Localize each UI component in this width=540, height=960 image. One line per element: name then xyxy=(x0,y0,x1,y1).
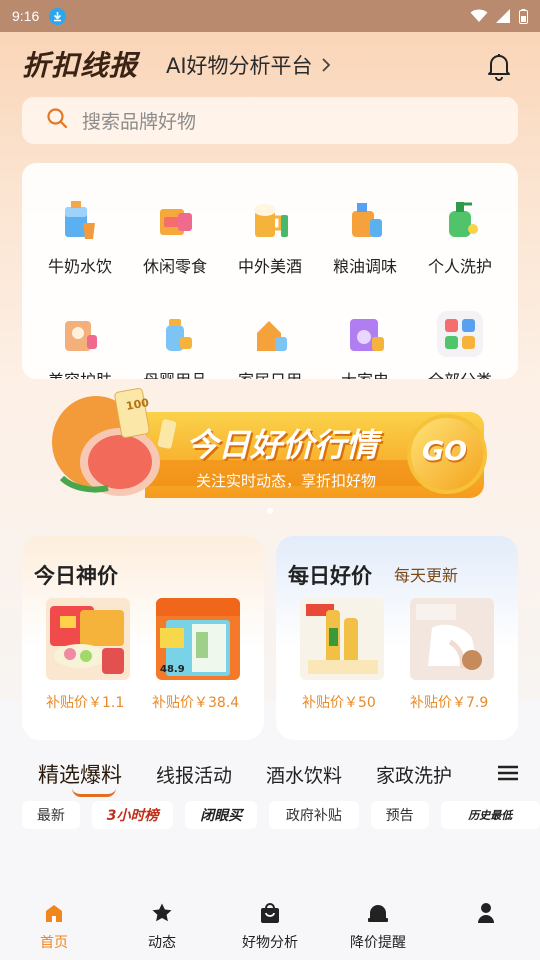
category-beer-wine[interactable]: 中外美酒 xyxy=(230,197,310,277)
star-icon xyxy=(151,902,173,924)
battery-icon xyxy=(519,8,528,24)
category-grid: 牛奶水饮 休闲零食 中外美酒 粮油调味 个人洗护 美容护肤 母婴用品 xyxy=(22,163,518,379)
category-all[interactable]: 全部分类 xyxy=(420,311,500,379)
category-skincare[interactable]: 美容护肤 xyxy=(40,311,120,379)
banner-title: 今日好价行情 xyxy=(186,426,379,464)
nav-label: 好物分析 xyxy=(242,935,298,951)
milk-drink-icon xyxy=(57,197,103,243)
all-categories-icon xyxy=(437,311,483,357)
category-milk-drink[interactable]: 牛奶水饮 xyxy=(40,197,120,277)
category-label: 休闲零食 xyxy=(142,257,207,276)
baby-bottle-icon xyxy=(152,311,198,357)
chip-gov-subsidy[interactable]: 政府补贴 xyxy=(269,801,359,829)
menu-icon[interactable] xyxy=(498,765,518,781)
category-label: 家居日用 xyxy=(230,367,310,379)
shopping-bag-icon xyxy=(259,902,281,924)
category-oil-seasoning[interactable]: 粮油调味 xyxy=(325,197,405,277)
appliance-icon xyxy=(342,311,388,357)
chip-blind-buy[interactable]: 闭眼买 xyxy=(185,801,258,829)
personal-care-icon xyxy=(437,197,483,243)
category-personal-care[interactable]: 个人洗护 xyxy=(420,197,500,277)
feed-tabs: 精选爆料 线报活动 酒水饮料 家政洗护 xyxy=(0,752,540,797)
download-icon xyxy=(49,7,67,25)
nav-home[interactable]: 首页 xyxy=(0,888,108,960)
go-button[interactable]: GO xyxy=(422,436,467,467)
tab-drinks[interactable]: 酒水饮料 xyxy=(266,761,342,788)
platform-link[interactable]: AI好物分析平台 xyxy=(166,50,331,80)
skincare-icon xyxy=(57,311,103,357)
product-image[interactable] xyxy=(410,598,494,680)
search-icon xyxy=(46,107,68,134)
deal-price: 补贴价￥1.1 xyxy=(46,695,125,711)
carousel-indicator xyxy=(267,508,273,514)
signal-icon xyxy=(496,9,510,23)
nav-price-alert[interactable]: 降价提醒 xyxy=(324,888,432,960)
nav-analysis[interactable]: 好物分析 xyxy=(216,888,324,960)
chevron-right-icon xyxy=(321,53,331,77)
category-label: 粮油调味 xyxy=(332,257,397,276)
deal-price: 补贴价￥38.4 xyxy=(152,695,240,711)
category-baby[interactable]: 母婴用品 xyxy=(135,311,215,379)
status-time: 9:16 xyxy=(12,8,40,24)
nav-profile[interactable] xyxy=(432,888,540,960)
household-icon xyxy=(247,311,293,357)
nav-label: 动态 xyxy=(148,935,176,951)
chip-3h-ranking[interactable]: 3小时榜 xyxy=(91,801,174,829)
tab-household-care[interactable]: 家政洗护 xyxy=(376,761,452,788)
category-household[interactable]: 家居日用 xyxy=(230,311,310,379)
product-image[interactable] xyxy=(46,598,130,680)
snack-icon xyxy=(152,197,198,243)
chip-latest[interactable]: 最新 xyxy=(22,801,80,829)
status-bar: 9:16 xyxy=(0,0,540,32)
alarm-icon xyxy=(367,902,389,924)
category-label: 母婴用品 xyxy=(135,367,215,379)
deal-card-daily-best[interactable]: 今日神价 48.9 补贴价￥1.1 补贴价￥38.4 xyxy=(22,536,264,740)
category-label: 美容护肤 xyxy=(40,367,120,379)
oil-seasoning-icon xyxy=(342,197,388,243)
promo-banner[interactable]: 100 今日好价行情 关注实时动态，享折扣好物 GO xyxy=(50,384,490,512)
deal-title: 每日好价 xyxy=(288,564,372,588)
category-snack[interactable]: 休闲零食 xyxy=(135,197,215,277)
profile-icon xyxy=(475,902,497,924)
filter-chips: 最新 3小时榜 闭眼买 政府补贴 预告 历史最低 xyxy=(22,801,540,829)
home-icon xyxy=(43,902,65,924)
category-label: 个人洗护 xyxy=(427,257,492,276)
product-price-tag: 48.9 xyxy=(160,664,185,675)
deal-card-everyday[interactable]: 每日好价 每天更新 补贴价￥50 补贴价￥7.9 xyxy=(276,536,518,740)
product-image[interactable] xyxy=(300,598,384,680)
search-bar[interactable]: 搜索品牌好物 xyxy=(22,97,518,144)
category-appliance[interactable]: 大家电 xyxy=(325,311,405,379)
bell-icon[interactable] xyxy=(485,51,513,81)
deal-price: 补贴价￥7.9 xyxy=(410,695,489,711)
deal-subtitle: 每天更新 xyxy=(394,566,459,585)
category-label: 牛奶水饮 xyxy=(47,257,112,276)
category-label: 大家电 xyxy=(325,367,405,379)
wifi-icon xyxy=(470,9,488,22)
deal-title: 今日神价 xyxy=(34,564,118,588)
category-label: 全部分类 xyxy=(420,367,500,379)
category-label: 中外美酒 xyxy=(237,257,302,276)
tab-deal-activity[interactable]: 线报活动 xyxy=(156,761,232,788)
bottom-nav: 首页 动态 好物分析 降价提醒 xyxy=(0,888,540,960)
brand-logo: 折扣线报 xyxy=(22,49,139,82)
search-placeholder: 搜索品牌好物 xyxy=(82,111,197,133)
nav-feed[interactable]: 动态 xyxy=(108,888,216,960)
platform-title: AI好物分析平台 xyxy=(166,54,313,78)
banner-subtitle: 关注实时动态，享折扣好物 xyxy=(196,472,377,490)
beer-wine-icon xyxy=(247,197,293,243)
chip-preview[interactable]: 预告 xyxy=(370,801,429,829)
nav-label: 首页 xyxy=(40,935,68,951)
nav-label: 降价提醒 xyxy=(350,935,406,951)
tab-featured[interactable]: 精选爆料 xyxy=(38,759,122,797)
chip-history-low[interactable]: 历史最低 xyxy=(440,801,540,829)
deal-price: 补贴价￥50 xyxy=(302,695,376,711)
